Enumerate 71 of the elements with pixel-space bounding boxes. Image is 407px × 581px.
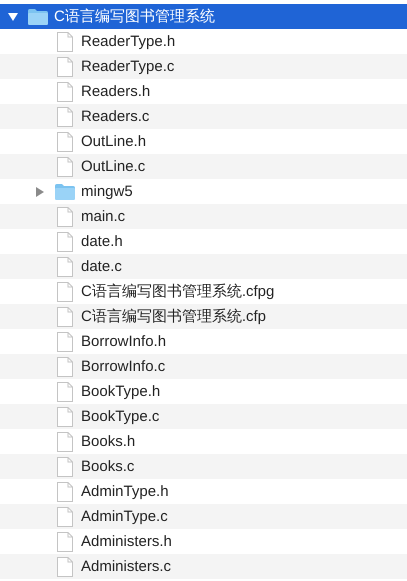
- file-name: C语言编写图书管理系统.cfp: [81, 307, 266, 326]
- file-name: Readers.h: [81, 83, 150, 100]
- file-row[interactable]: BorrowInfo.h: [0, 329, 407, 354]
- file-icon: [57, 206, 73, 226]
- file-name: Books.c: [81, 458, 134, 475]
- file-icon: [57, 532, 73, 552]
- file-icon: [57, 282, 73, 302]
- file-row[interactable]: Books.h: [0, 429, 407, 454]
- file-row[interactable]: ReaderType.h: [0, 29, 407, 54]
- file-name: ReaderType.h: [81, 33, 176, 50]
- file-name: OutLine.c: [81, 158, 146, 175]
- file-icon: [57, 306, 73, 326]
- file-icon: [57, 82, 73, 102]
- file-name: BookType.h: [81, 383, 160, 400]
- file-name: date.c: [81, 258, 122, 275]
- selected-row[interactable]: C语言编写图书管理系统: [0, 4, 407, 29]
- file-icon: [57, 482, 73, 502]
- file-row[interactable]: Readers.h: [0, 79, 407, 104]
- file-row[interactable]: main.c: [0, 204, 407, 229]
- file-row[interactable]: C语言编写图书管理系统.cfpg: [0, 279, 407, 304]
- file-row[interactable]: BookType.c: [0, 404, 407, 429]
- file-name: Readers.c: [81, 108, 150, 125]
- file-icon: [57, 32, 73, 52]
- file-name: BorrowInfo.h: [81, 333, 166, 350]
- file-icon: [57, 106, 73, 126]
- file-icon: [57, 156, 73, 176]
- file-row[interactable]: Readers.c: [0, 104, 407, 129]
- file-row[interactable]: AdminType.c: [0, 504, 407, 529]
- file-icon: [57, 406, 73, 426]
- file-icon: [57, 132, 73, 152]
- file-name: BookType.c: [81, 408, 160, 425]
- file-row[interactable]: mingw5: [0, 179, 407, 204]
- file-row[interactable]: Administers.c: [0, 554, 407, 579]
- file-row[interactable]: BorrowInfo.c: [0, 354, 407, 379]
- file-row[interactable]: AdminType.h: [0, 479, 407, 504]
- file-name: Administers.c: [81, 558, 172, 575]
- file-row[interactable]: OutLine.h: [0, 129, 407, 154]
- file-row[interactable]: BookType.h: [0, 379, 407, 404]
- file-name: main.c: [81, 208, 126, 225]
- file-icon: [57, 506, 73, 526]
- file-name: Administers.h: [81, 533, 172, 550]
- file-row[interactable]: ReaderType.c: [0, 54, 407, 79]
- file-icon: [57, 456, 73, 476]
- file-icon: [57, 556, 73, 576]
- file-row[interactable]: date.h: [0, 229, 407, 254]
- file-name: AdminType.h: [81, 483, 169, 500]
- folder-icon: [28, 8, 48, 24]
- file-row[interactable]: Administers.h: [0, 529, 407, 554]
- file-name: C语言编写图书管理系统.cfpg: [81, 282, 274, 301]
- file-icon: [57, 332, 73, 352]
- file-icon: [57, 232, 73, 252]
- file-row[interactable]: OutLine.c: [0, 154, 407, 179]
- folder-icon: [55, 184, 75, 200]
- file-icon: [57, 256, 73, 276]
- file-name: mingw5: [81, 183, 133, 200]
- file-name: BorrowInfo.c: [81, 358, 166, 375]
- file-name: AdminType.c: [81, 508, 168, 525]
- file-icon: [57, 56, 73, 76]
- file-name: OutLine.h: [81, 133, 146, 150]
- file-name: ReaderType.c: [81, 58, 174, 75]
- file-row[interactable]: C语言编写图书管理系统.cfp: [0, 304, 407, 329]
- file-row[interactable]: date.c: [0, 254, 407, 279]
- disclosure-triangle-icon[interactable]: [35, 186, 45, 196]
- file-row[interactable]: Books.c: [0, 454, 407, 479]
- file-name: Books.h: [81, 433, 136, 450]
- file-name: C语言编写图书管理系统: [54, 7, 215, 26]
- file-name: date.h: [81, 233, 123, 250]
- file-icon: [57, 382, 73, 402]
- disclosure-triangle-icon[interactable]: [8, 12, 18, 22]
- file-icon: [57, 356, 73, 376]
- file-icon: [57, 432, 73, 452]
